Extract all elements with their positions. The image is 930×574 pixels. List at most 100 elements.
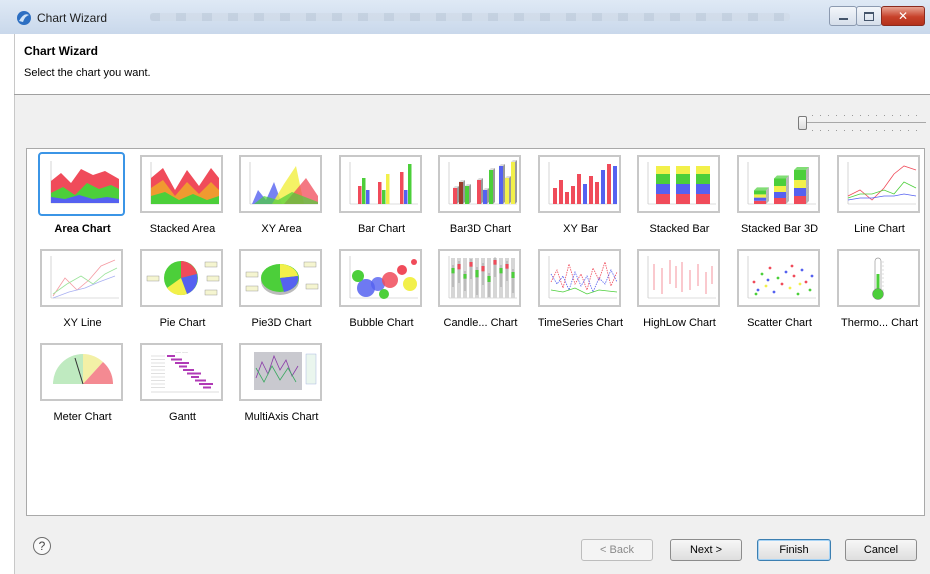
chart-option-label: Candle... Chart (443, 317, 518, 329)
chart-option-xy-bar[interactable]: XY Bar (531, 149, 630, 239)
chart-option-stacked-area[interactable]: Stacked Area (133, 149, 232, 239)
chart-thumbnail[interactable] (40, 343, 123, 401)
chart-thumbnail[interactable] (637, 249, 720, 307)
chart-option-line-chart[interactable]: Line Chart (830, 149, 929, 239)
chart-option-pie3d-chart[interactable]: Pie3D Chart (232, 243, 331, 333)
chart-option-label: XY Area (261, 223, 302, 235)
chart-option-label: TimeSeries Chart (537, 317, 624, 329)
chart-option-gantt-chart[interactable]: —— —— Gantt (133, 337, 232, 427)
chart-thumbnail[interactable] (637, 155, 720, 213)
next-button[interactable]: Next > (670, 539, 742, 561)
chart-wizard-window: Chart Wizard ✕ Chart Wizard Select the c… (0, 0, 930, 574)
xy-bar-icon (548, 162, 617, 205)
chart-option-label: Pie Chart (159, 317, 206, 329)
chart-option-scatter-chart[interactable]: Scatter Chart (730, 243, 829, 333)
chart-option-xy-area[interactable]: XY Area (232, 149, 331, 239)
chart-thumbnail[interactable] (737, 155, 820, 213)
stacked-bar-icon (647, 162, 716, 205)
chart-thumbnail[interactable] (438, 249, 521, 307)
minimize-button[interactable] (829, 6, 857, 26)
slider-track[interactable] (804, 122, 926, 123)
chart-thumbnail[interactable] (140, 249, 223, 307)
xy-line-icon (50, 256, 119, 299)
chart-option-candlestick-chart[interactable]: Candle... Chart (431, 243, 530, 333)
slider-thumb[interactable] (798, 116, 807, 130)
chart-thumbnail[interactable] (239, 343, 322, 401)
area-chart-icon (50, 161, 119, 204)
chart-option-pie-chart[interactable]: Pie Chart (133, 243, 232, 333)
chart-option-label: Scatter Chart (747, 317, 812, 329)
chart-option-bar-chart[interactable]: Bar Chart (332, 149, 431, 239)
pie3d-chart-icon (245, 261, 319, 295)
chart-option-label: Pie3D Chart (251, 317, 312, 329)
chart-thumbnail[interactable] (438, 155, 521, 213)
window-title: Chart Wizard (37, 11, 108, 25)
slider-ticks (812, 115, 922, 116)
close-button[interactable]: ✕ (881, 6, 925, 26)
chart-thumbnail[interactable] (339, 155, 422, 213)
svg-text:—— ——: —— —— (175, 350, 188, 354)
wizard-footer: ? < Back Next > Finish Cancel (14, 522, 930, 574)
page-subtitle: Select the chart you want. (24, 67, 151, 79)
cancel-button[interactable]: Cancel (845, 539, 917, 561)
candlestick-chart-icon (448, 256, 517, 299)
chart-option-label: Stacked Bar (649, 223, 710, 235)
maximize-button[interactable] (856, 6, 882, 26)
minimize-icon (838, 18, 848, 20)
chart-option-label: MultiAxis Chart (244, 411, 319, 423)
gantt-chart-icon: —— —— (151, 350, 219, 393)
chart-option-multiaxis-chart[interactable]: MultiAxis Chart (232, 337, 331, 427)
bubble-chart-icon (349, 256, 418, 299)
chart-option-bubble-chart[interactable]: Bubble Chart (332, 243, 431, 333)
maximize-icon (864, 11, 874, 21)
finish-button[interactable]: Finish (757, 539, 831, 561)
chart-option-label: Line Chart (854, 223, 905, 235)
chart-option-stacked-bar-3d[interactable]: Stacked Bar 3D (730, 149, 829, 239)
chart-option-label: Bubble Chart (349, 317, 414, 329)
chart-thumbnail[interactable] (40, 249, 123, 307)
chart-option-timeseries-chart[interactable]: TimeSeries Chart (531, 243, 630, 333)
chart-thumbnail[interactable] (239, 249, 322, 307)
chart-option-label: XY Line (63, 317, 102, 329)
chart-thumbnail[interactable] (239, 155, 322, 213)
wizard-header: Chart Wizard Select the chart you want. (14, 34, 930, 94)
chart-option-stacked-bar[interactable]: Stacked Bar (630, 149, 729, 239)
chart-option-label: Thermo... Chart (840, 317, 919, 329)
back-button[interactable]: < Back (581, 539, 653, 561)
chart-option-thermometer-chart[interactable]: Thermo... Chart (830, 243, 929, 333)
chart-option-bar3d-chart[interactable]: Bar3D Chart (431, 149, 530, 239)
chart-thumbnail[interactable] (38, 152, 125, 216)
chart-thumbnail[interactable] (538, 249, 621, 307)
thermometer-chart-icon (872, 257, 884, 300)
chart-thumbnail[interactable] (140, 155, 223, 213)
line-chart-icon (847, 162, 917, 205)
slider-ticks (812, 130, 922, 131)
meter-chart-icon (53, 354, 113, 385)
help-icon: ? (38, 539, 46, 553)
chart-thumbnail[interactable] (737, 249, 820, 307)
chart-thumbnail[interactable] (339, 249, 422, 307)
chart-option-label: Bar Chart (357, 223, 406, 235)
chart-thumbnail[interactable]: —— —— (140, 343, 223, 401)
chart-thumbnail[interactable] (837, 249, 920, 307)
multiaxis-chart-icon (254, 352, 317, 390)
chart-option-label: Stacked Bar 3D (740, 223, 819, 235)
app-icon (17, 11, 31, 25)
bar-chart-icon (349, 162, 418, 205)
title-bar-blurred-area (150, 13, 790, 21)
chart-thumbnail[interactable] (538, 155, 621, 213)
chart-option-label: Gantt (169, 411, 196, 423)
timeseries-chart-icon (548, 256, 618, 299)
chart-option-meter-chart[interactable]: Meter Chart (33, 337, 132, 427)
chart-thumbnail[interactable] (837, 155, 920, 213)
chart-option-highlow-chart[interactable]: HighLow Chart (630, 243, 729, 333)
chart-option-label: Meter Chart (53, 411, 112, 423)
chart-option-area-chart[interactable]: Area Chart (33, 149, 132, 239)
help-button[interactable]: ? (33, 537, 51, 555)
bar3d-chart-icon (448, 160, 517, 205)
chart-gallery[interactable]: Area Chart Stacked Area XY Area Bar Chart Ba… (26, 148, 925, 516)
thumbnail-size-slider[interactable] (798, 113, 928, 133)
chart-option-xy-line[interactable]: XY Line (33, 243, 132, 333)
title-bar[interactable]: Chart Wizard ✕ (0, 0, 930, 34)
highlow-chart-icon (647, 256, 716, 299)
